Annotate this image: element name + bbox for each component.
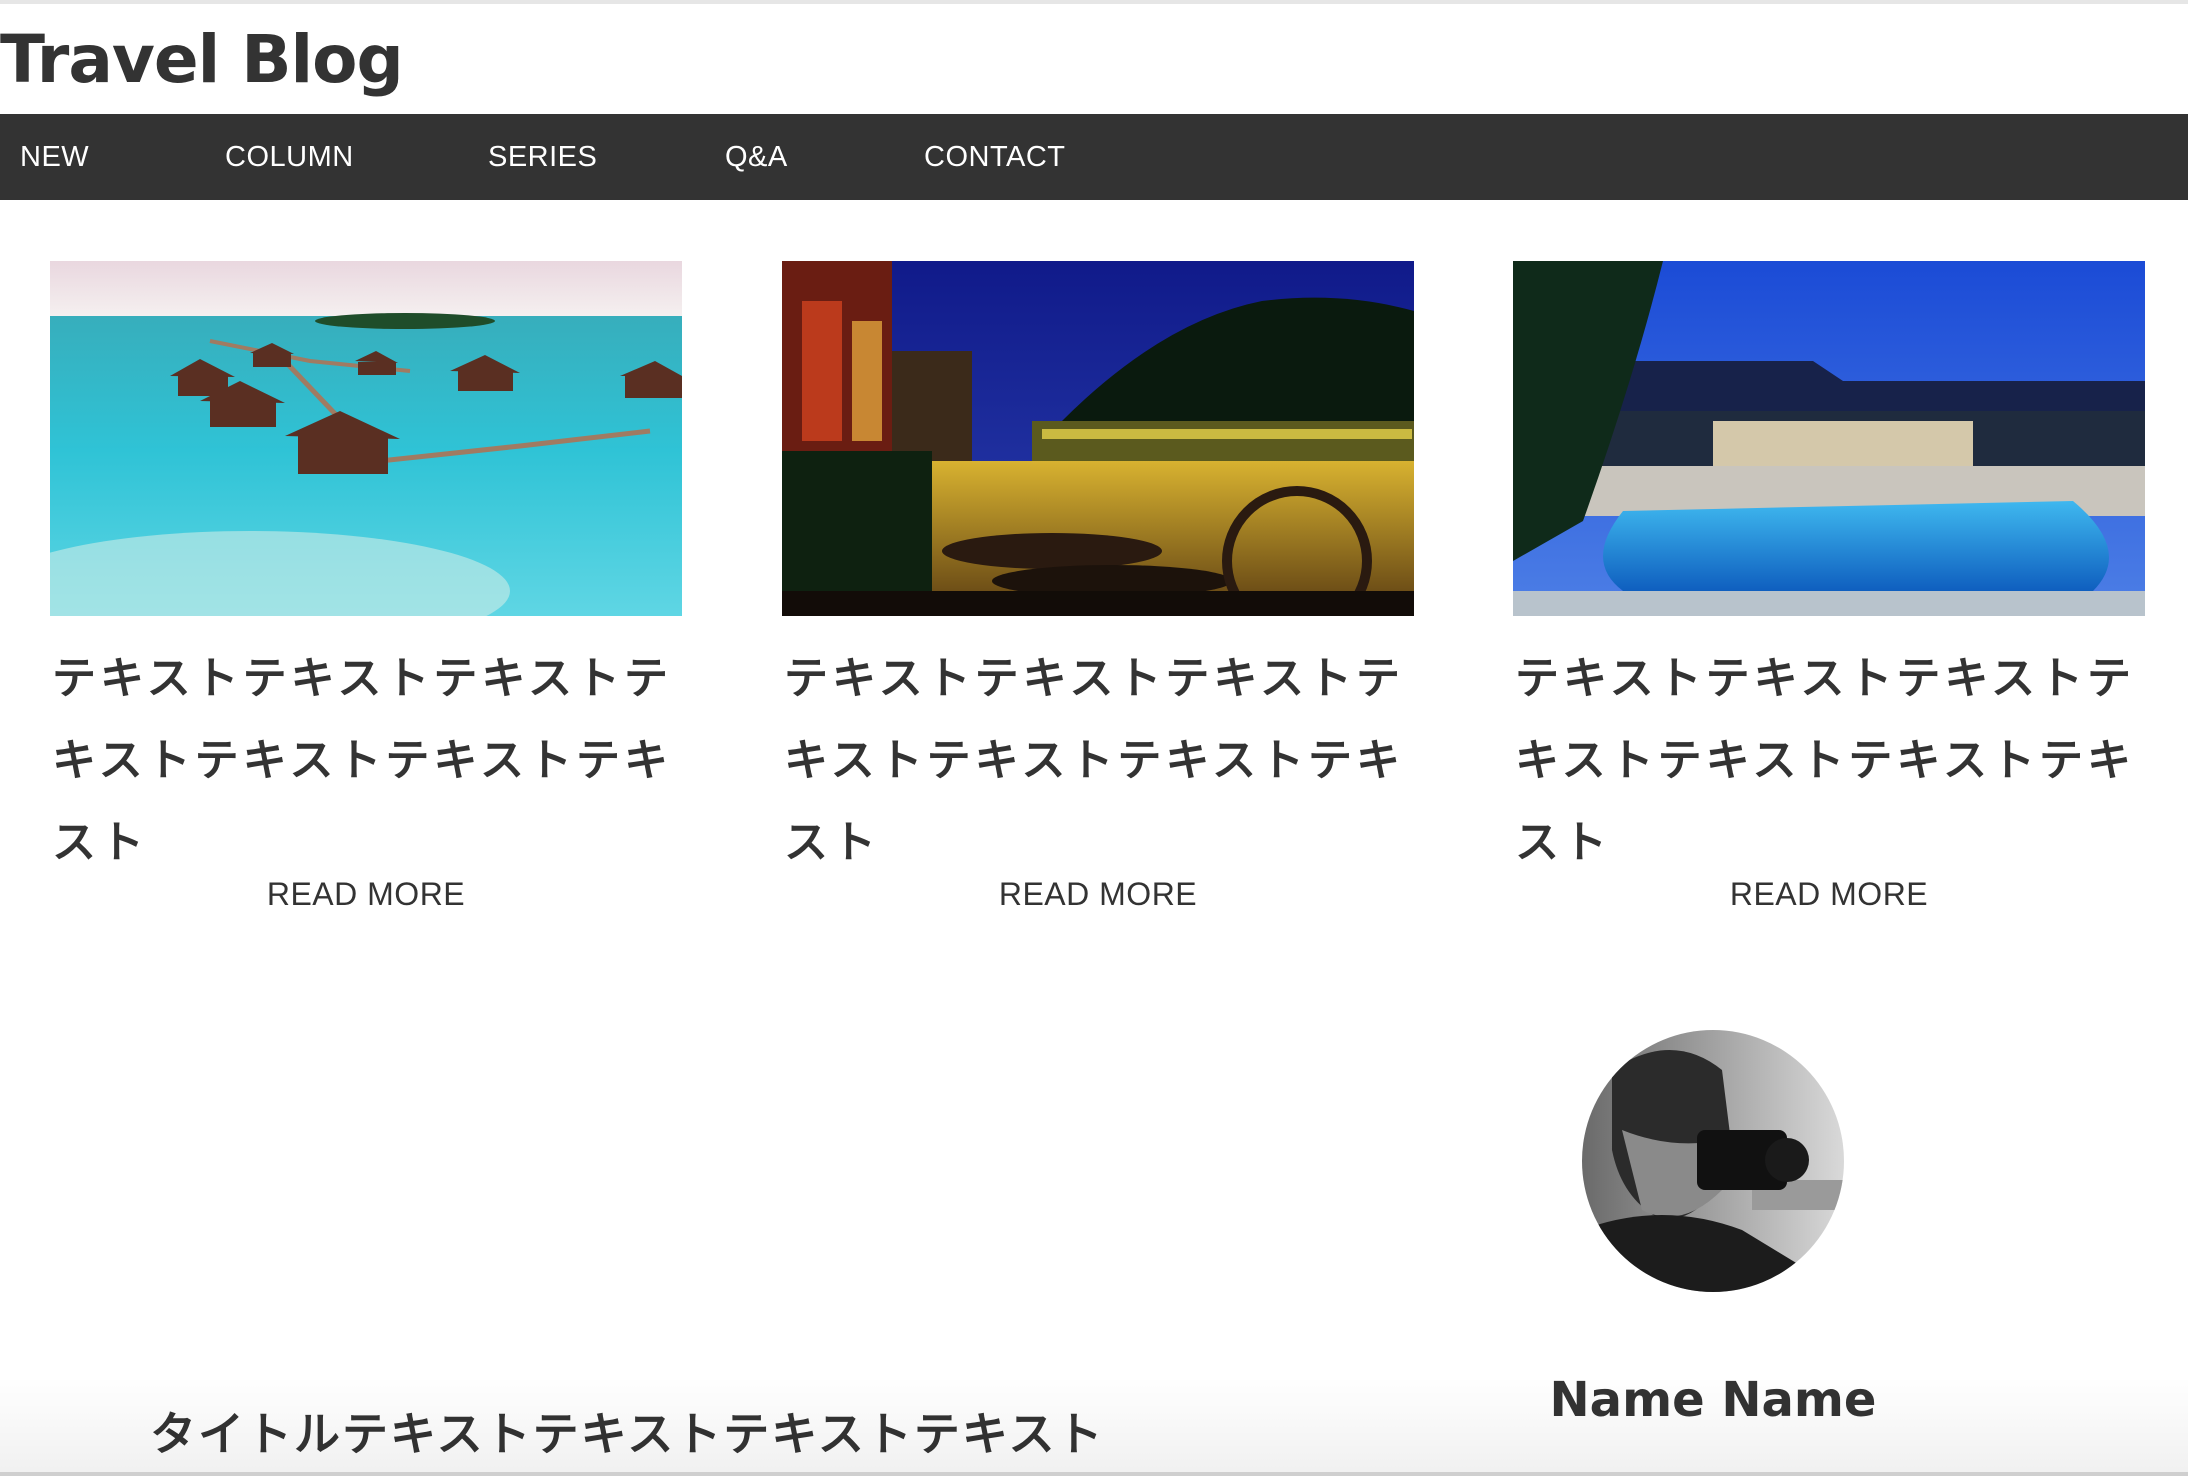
bottom-border <box>0 1472 2188 1476</box>
article-card: テキストテキストテキストテキストテキストテキストテキスト READ MORE <box>50 261 682 913</box>
top-border <box>0 0 2188 4</box>
card-title[interactable]: テキストテキストテキストテキストテキストテキストテキスト <box>50 638 682 884</box>
article-card: テキストテキストテキストテキストテキストテキストテキスト READ MORE <box>1513 261 2145 913</box>
main-nav: NEW COLUMN SERIES Q&A CONTACT <box>0 114 2188 200</box>
resort-pool-night-photo[interactable] <box>1513 261 2145 616</box>
night-river-town-photo[interactable] <box>782 261 1414 616</box>
profile-name: Name Name <box>1549 1372 1877 1428</box>
nav-item-qa[interactable]: Q&A <box>725 114 788 200</box>
card-title[interactable]: テキストテキストテキストテキストテキストテキストテキスト <box>1513 638 2145 884</box>
nav-item-column[interactable]: COLUMN <box>225 114 354 200</box>
article-card: テキストテキストテキストテキストテキストテキストテキスト READ MORE <box>782 261 1414 913</box>
maldives-overwater-villas-photo[interactable] <box>50 261 682 616</box>
card-title[interactable]: テキストテキストテキストテキストテキストテキストテキスト <box>782 638 1414 884</box>
site-title[interactable]: Travel Blog <box>0 14 404 106</box>
photographer-avatar-photo <box>1582 1030 1844 1292</box>
nav-item-series[interactable]: SERIES <box>488 114 597 200</box>
post-title[interactable]: タイトルテキストテキストテキストテキスト <box>150 1398 1104 1464</box>
nav-item-new[interactable]: NEW <box>20 114 89 200</box>
nav-item-contact[interactable]: CONTACT <box>924 114 1066 200</box>
